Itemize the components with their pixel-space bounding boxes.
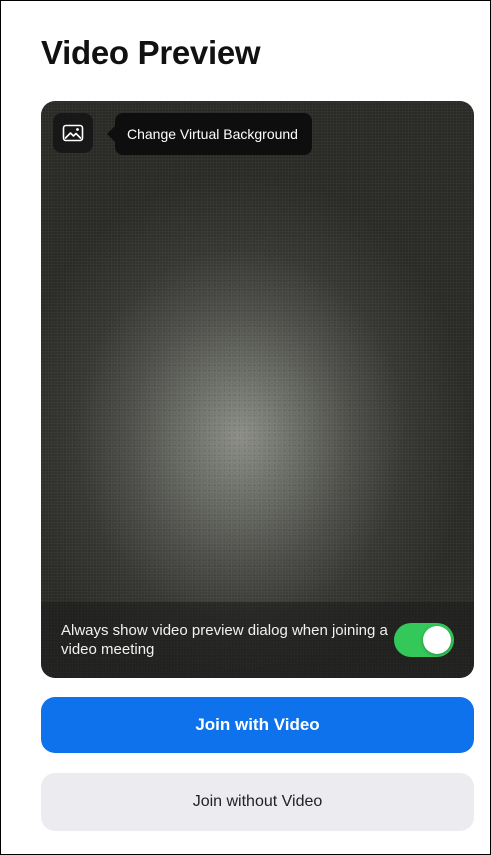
- page-title: Video Preview: [41, 34, 261, 71]
- toggle-knob: [423, 626, 451, 654]
- join-with-video-button[interactable]: Join with Video: [41, 697, 474, 753]
- video-preview-dialog: Video Preview Change Virtual Background …: [0, 0, 491, 855]
- camera-noise-overlay: [41, 101, 474, 678]
- join-without-video-button[interactable]: Join without Video: [41, 773, 474, 831]
- always-show-preview-bar: Always show video preview dialog when jo…: [41, 602, 474, 678]
- always-show-preview-label: Always show video preview dialog when jo…: [61, 622, 388, 658]
- always-show-preview-toggle[interactable]: [394, 623, 454, 657]
- virtual-background-button[interactable]: [53, 113, 93, 153]
- camera-preview: Change Virtual Background Always show vi…: [41, 101, 474, 678]
- virtual-background-tooltip: Change Virtual Background: [107, 113, 312, 155]
- picture-icon: [62, 124, 84, 142]
